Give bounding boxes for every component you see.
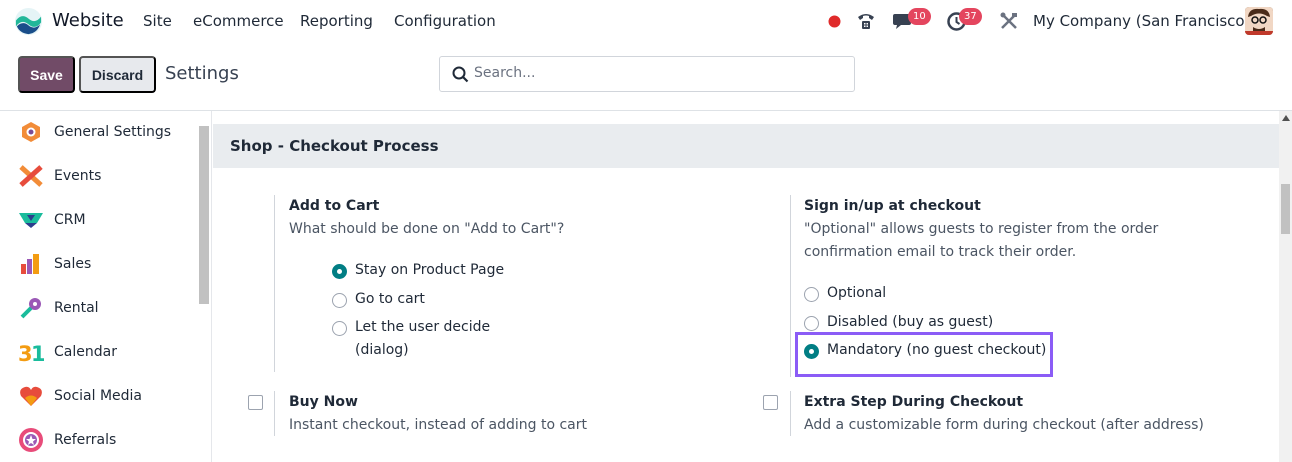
sidebar-item-label: Social Media bbox=[54, 388, 143, 404]
page-title: Settings bbox=[165, 63, 239, 84]
rental-icon bbox=[18, 295, 44, 321]
menu-site[interactable]: Site bbox=[143, 12, 172, 30]
menu-configuration[interactable]: Configuration bbox=[394, 12, 496, 30]
sidebar-item-label: Rental bbox=[54, 300, 99, 316]
setting-divider bbox=[274, 195, 275, 372]
sidebar-item-sales[interactable]: Sales bbox=[18, 249, 198, 279]
sidebar-item-label: General Settings bbox=[54, 124, 172, 140]
buy-now-title: Buy Now bbox=[289, 394, 358, 410]
radio-go-to-cart[interactable]: Go to cart bbox=[332, 291, 425, 313]
sidebar-item-general-settings[interactable]: General Settings bbox=[18, 117, 198, 147]
sign-in-description-line2: confirmation email to track their order. bbox=[804, 244, 1077, 260]
sidebar-item-social-media[interactable]: Social Media bbox=[18, 381, 198, 411]
sidebar-item-label: Events bbox=[54, 168, 102, 184]
sidebar-item-label: CRM bbox=[54, 212, 86, 228]
sidebar-item-label: Referrals bbox=[54, 432, 117, 448]
activities-badge: 37 bbox=[959, 8, 982, 25]
radio-button[interactable] bbox=[804, 316, 819, 331]
sidebar-item-crm[interactable]: CRM bbox=[18, 205, 198, 235]
app-name[interactable]: Website bbox=[52, 10, 124, 31]
messages-badge: 10 bbox=[908, 8, 931, 25]
sidebar-item-events[interactable]: Events bbox=[18, 161, 198, 191]
add-to-cart-title: Add to Cart bbox=[289, 198, 380, 214]
search-bar[interactable] bbox=[439, 56, 855, 92]
discard-button[interactable]: Discard bbox=[79, 56, 156, 93]
recording-dot-icon[interactable] bbox=[828, 15, 841, 32]
radio-label: Stay on Product Page bbox=[355, 262, 505, 278]
radio-label: Let the user decide bbox=[355, 319, 491, 335]
highlight-box bbox=[795, 332, 1053, 377]
sidebar-item-label: Calendar bbox=[54, 344, 117, 360]
top-navbar: Website Site eCommerce Reporting Configu… bbox=[0, 0, 1292, 43]
radio-button[interactable] bbox=[332, 293, 347, 308]
settings-tools-icon[interactable] bbox=[1000, 12, 1018, 34]
extra-step-description: Add a customizable form during checkout … bbox=[804, 417, 1204, 433]
buy-now-description: Instant checkout, instead of adding to c… bbox=[289, 417, 587, 433]
radio-button[interactable] bbox=[332, 321, 347, 336]
sidebar-item-calendar[interactable]: 31 Calendar bbox=[18, 337, 198, 367]
sign-in-title: Sign in/up at checkout bbox=[804, 198, 981, 214]
svg-text:1: 1 bbox=[31, 342, 44, 364]
crm-icon bbox=[18, 207, 44, 233]
radio-let-user-decide[interactable]: Let the user decide bbox=[332, 319, 490, 341]
referrals-icon bbox=[18, 427, 44, 453]
radio-label: Optional bbox=[827, 285, 887, 301]
phone-icon[interactable] bbox=[856, 11, 876, 35]
radio-button-checked[interactable] bbox=[332, 264, 347, 279]
radio-stay-on-product-page[interactable]: Stay on Product Page bbox=[332, 262, 504, 284]
sidebar-item-referrals[interactable]: Referrals bbox=[18, 425, 198, 455]
add-to-cart-description: What should be done on "Add to Cart"? bbox=[289, 221, 565, 237]
social-media-icon bbox=[18, 383, 44, 409]
section-title: Shop - Checkout Process bbox=[230, 137, 439, 155]
sidebar-scrollbar[interactable] bbox=[199, 126, 209, 304]
scrollbar-thumb[interactable] bbox=[1281, 184, 1290, 234]
search-input[interactable] bbox=[474, 65, 844, 81]
sidebar-item-rental[interactable]: Rental bbox=[18, 293, 198, 323]
menu-reporting[interactable]: Reporting bbox=[300, 12, 373, 30]
menu-ecommerce[interactable]: eCommerce bbox=[193, 12, 284, 30]
general-settings-icon bbox=[18, 119, 44, 145]
calendar-icon: 31 bbox=[18, 339, 44, 365]
setting-divider bbox=[790, 195, 791, 377]
extra-step-checkbox[interactable] bbox=[763, 395, 778, 410]
search-icon bbox=[452, 66, 469, 87]
user-avatar[interactable] bbox=[1245, 7, 1273, 35]
events-icon bbox=[18, 163, 44, 189]
radio-label-continuation: (dialog) bbox=[355, 342, 409, 358]
sales-icon bbox=[18, 251, 44, 277]
sidebar-item-label: Sales bbox=[54, 256, 92, 272]
main-scrollbar[interactable] bbox=[1279, 111, 1292, 462]
extra-step-title: Extra Step During Checkout bbox=[804, 394, 1024, 410]
scroll-up-arrow-icon[interactable] bbox=[1282, 115, 1290, 121]
section-header: Shop - Checkout Process bbox=[213, 124, 1279, 168]
website-app-logo-icon[interactable] bbox=[14, 7, 43, 36]
setting-divider bbox=[790, 391, 791, 436]
setting-divider bbox=[274, 391, 275, 436]
sign-in-description: "Optional" allows guests to register fro… bbox=[804, 221, 1159, 237]
save-button[interactable]: Save bbox=[18, 56, 75, 93]
buy-now-checkbox[interactable] bbox=[248, 395, 263, 410]
company-switcher[interactable]: My Company (San Francisco) bbox=[1033, 12, 1250, 30]
radio-label: Go to cart bbox=[355, 291, 425, 307]
radio-button[interactable] bbox=[804, 287, 819, 302]
radio-optional[interactable]: Optional bbox=[804, 285, 886, 307]
